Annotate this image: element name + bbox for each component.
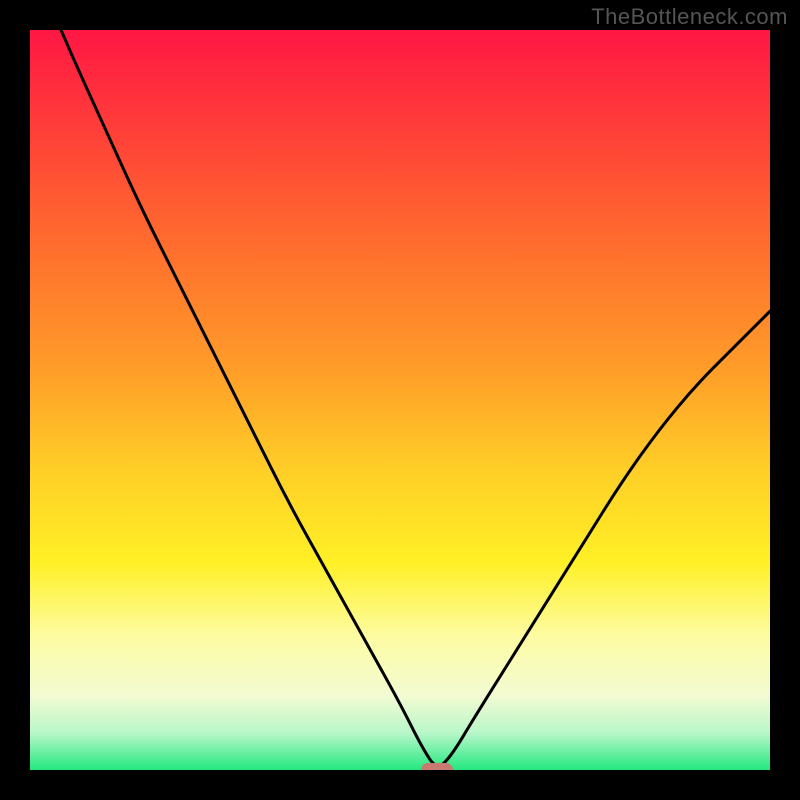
watermark-label: TheBottleneck.com xyxy=(591,4,788,30)
plot-area xyxy=(30,30,770,770)
plot-svg xyxy=(30,30,770,770)
chart-frame: TheBottleneck.com xyxy=(0,0,800,800)
gradient-background xyxy=(30,30,770,770)
optimal-point-marker xyxy=(421,763,453,770)
